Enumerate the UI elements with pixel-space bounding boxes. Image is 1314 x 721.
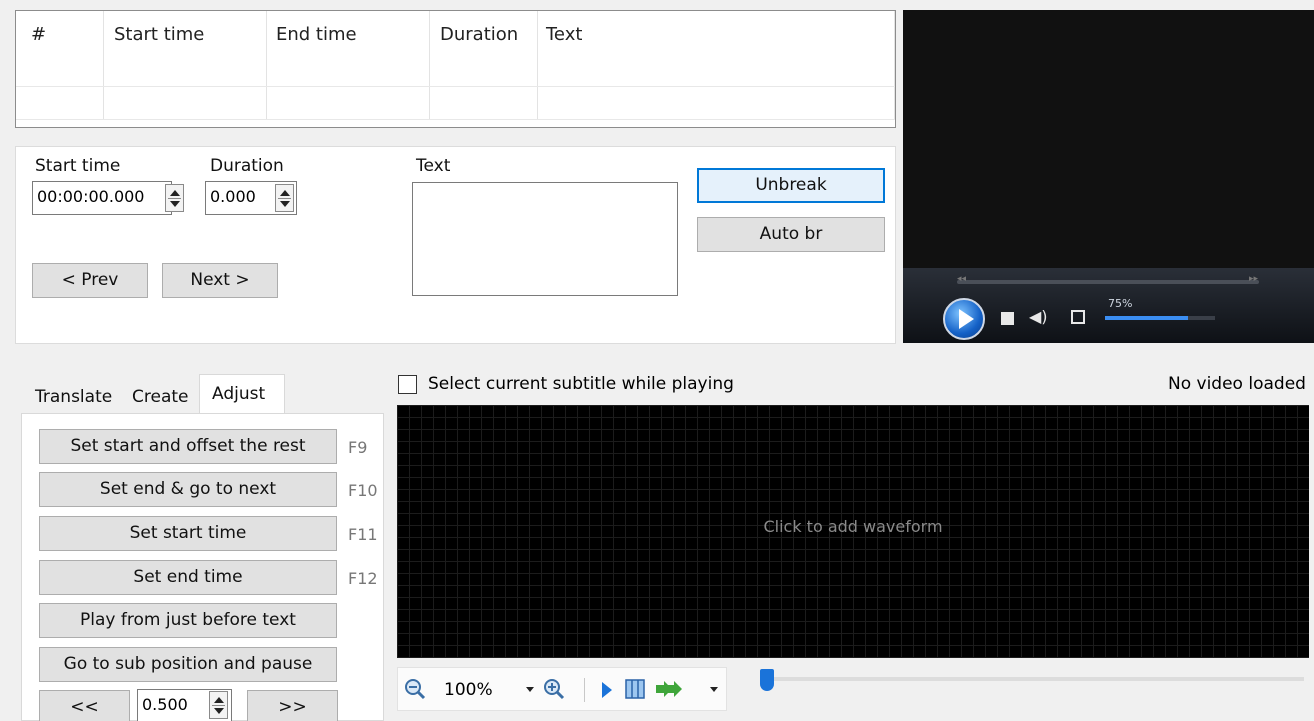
set-start-offset-button[interactable]: Set start and offset the rest: [39, 429, 337, 464]
set-end-next-button[interactable]: Set end & go to next: [39, 472, 337, 507]
player-play-button[interactable]: [943, 298, 985, 340]
text-label: Text: [416, 156, 451, 176]
zoom-select[interactable]: 100%: [444, 680, 493, 700]
prev-button[interactable]: < Prev: [32, 263, 148, 298]
tab-translate[interactable]: Translate: [35, 387, 112, 407]
spinner-up-icon[interactable]: [214, 697, 224, 703]
next-button[interactable]: Next >: [162, 263, 278, 298]
waveform-toolbar: 100%: [397, 667, 727, 711]
seek-bar[interactable]: [957, 280, 1259, 284]
player-controls-bar: ◂◂ ▸▸ ◀) 75%: [903, 268, 1314, 343]
start-time-label: Start time: [35, 156, 121, 176]
waveform-panel[interactable]: Click to add waveform: [397, 405, 1309, 658]
play-icon[interactable]: [600, 680, 614, 700]
select-current-checkbox[interactable]: [398, 375, 417, 394]
seek-back-icon[interactable]: ◂◂: [957, 274, 966, 284]
goto-sub-pause-button[interactable]: Go to sub position and pause: [39, 647, 337, 682]
zoom-out-icon[interactable]: [404, 678, 426, 700]
tab-adjust[interactable]: Adjust: [212, 384, 265, 404]
start-time-spinner[interactable]: [165, 184, 184, 212]
duration-label: Duration: [210, 156, 284, 176]
header-number[interactable]: #: [31, 24, 46, 45]
forward-arrows-icon[interactable]: [654, 680, 684, 698]
no-video-label: No video loaded: [1168, 374, 1306, 394]
volume-fill: [1105, 316, 1188, 320]
shortcut-f10: F10: [348, 481, 378, 500]
start-time-input[interactable]: 00:00:00.000: [32, 181, 172, 215]
spinner-up-icon[interactable]: [280, 190, 290, 196]
fullscreen-icon[interactable]: [1071, 310, 1085, 324]
slider-thumb[interactable]: [760, 669, 774, 691]
volume-slider[interactable]: [1105, 316, 1215, 320]
seek-forward-icon[interactable]: ▸▸: [1249, 274, 1258, 284]
grid-row-line: [16, 86, 895, 87]
subtitle-editor-panel: Start time 00:00:00.000 Duration 0.000 <…: [15, 146, 896, 344]
header-start-time[interactable]: Start time: [114, 24, 204, 45]
forward-dropdown-icon[interactable]: [710, 687, 718, 692]
zoom-in-icon[interactable]: [543, 678, 565, 700]
toolbar-separator: [584, 678, 585, 702]
spinner-down-icon[interactable]: [214, 708, 224, 714]
waveform-position-slider[interactable]: [760, 669, 1304, 691]
play-icon: [959, 309, 974, 329]
subtitle-text-input[interactable]: [412, 182, 678, 296]
video-player[interactable]: ◂◂ ▸▸ ◀) 75%: [903, 10, 1314, 343]
spinner-up-icon[interactable]: [170, 190, 180, 196]
frame-icon[interactable]: [624, 678, 646, 700]
header-duration[interactable]: Duration: [440, 24, 518, 45]
shortcut-f11: F11: [348, 525, 378, 544]
set-end-time-button[interactable]: Set end time: [39, 560, 337, 595]
auto-br-button[interactable]: Auto br: [697, 217, 885, 252]
header-end-time[interactable]: End time: [276, 24, 357, 45]
step-forward-button[interactable]: >>: [247, 690, 338, 721]
shortcut-f9: F9: [348, 438, 368, 457]
spinner-down-icon[interactable]: [170, 201, 180, 207]
set-start-time-button[interactable]: Set start time: [39, 516, 337, 551]
spinner-down-icon[interactable]: [280, 201, 290, 207]
shortcut-f12: F12: [348, 569, 378, 588]
subtitle-grid[interactable]: # Start time End time Duration Text: [15, 10, 896, 128]
volume-icon[interactable]: ◀): [1029, 307, 1048, 326]
volume-percent: 75%: [1108, 297, 1133, 310]
stop-icon[interactable]: [1001, 312, 1014, 325]
play-before-text-button[interactable]: Play from just before text: [39, 603, 337, 638]
waveform-hint[interactable]: Click to add waveform: [397, 517, 1309, 536]
zoom-dropdown-icon[interactable]: [526, 687, 534, 692]
step-back-button[interactable]: <<: [39, 690, 130, 721]
duration-spinner[interactable]: [275, 184, 294, 212]
col-number: [16, 11, 104, 119]
grid-row-line: [16, 119, 895, 120]
header-text[interactable]: Text: [546, 24, 582, 45]
adjust-tab-page: Set start and offset the rest F9 Set end…: [21, 413, 384, 721]
select-current-label[interactable]: Select current subtitle while playing: [428, 374, 734, 394]
unbreak-button[interactable]: Unbreak: [697, 168, 885, 203]
step-value-spinner[interactable]: [209, 691, 228, 719]
tab-create[interactable]: Create: [132, 387, 189, 407]
col-text: [538, 11, 895, 119]
